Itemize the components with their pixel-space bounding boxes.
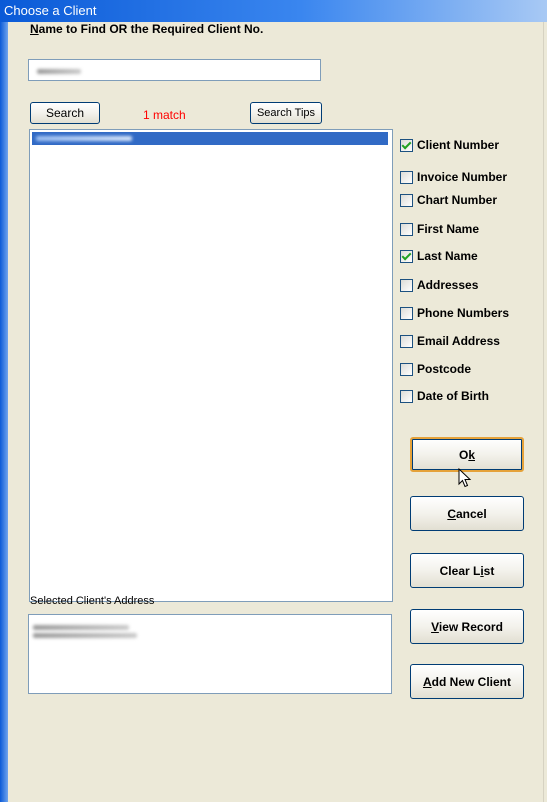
add-new-client-button[interactable]: Add New Client [410,664,524,699]
option-label: Date of Birth [417,389,489,403]
ok-button[interactable]: Ok [410,437,524,472]
dialog-window: Name to Find OR the Required Client No. … [0,22,547,802]
option-client-number[interactable]: Client Number [400,137,499,153]
view-record-button[interactable]: View Record [410,609,524,644]
option-addresses[interactable]: Addresses [400,277,478,293]
cancel-button[interactable]: Cancel [410,496,524,531]
window-right-frame [543,22,547,802]
checkbox-addresses[interactable] [400,278,413,292]
option-label: Chart Number [417,193,498,207]
checkbox-phone-numbers[interactable] [400,306,413,320]
checkbox-postcode[interactable] [400,362,413,376]
checkbox-client-number[interactable] [400,138,413,152]
option-date-of-birth[interactable]: Date of Birth [400,388,489,404]
title-bar[interactable]: Choose a Client [0,0,547,22]
option-label: First Name [417,222,480,236]
search-button[interactable]: Search [30,102,100,124]
option-invoice-number[interactable]: Invoice Number [400,169,507,185]
option-postcode[interactable]: Postcode [400,361,471,377]
search-input[interactable] [28,59,321,81]
checkbox-invoice-number[interactable] [400,170,413,184]
checkbox-email-address[interactable] [400,334,413,348]
checkbox-chart-number[interactable] [400,193,413,207]
option-label: Phone Numbers [417,306,510,320]
address-line-redacted [33,625,129,630]
clear-list-button[interactable]: Clear List [410,553,524,588]
window-left-frame [0,22,8,802]
address-label: Selected Client's Address [30,595,155,607]
option-first-name[interactable]: First Name [400,221,479,237]
window-title: Choose a Client [4,3,97,18]
search-tips-button[interactable]: Search Tips [250,102,322,124]
option-label: Invoice Number [417,170,508,184]
option-label: Email Address [417,334,500,348]
match-count: 1 match [143,108,186,122]
option-phone-numbers[interactable]: Phone Numbers [400,305,509,321]
address-line-redacted [33,633,137,638]
results-list[interactable] [29,129,393,602]
checkbox-last-name[interactable] [400,249,413,263]
checkbox-first-name[interactable] [400,222,413,236]
option-email-address[interactable]: Email Address [400,333,500,349]
search-input-value-redacted [37,69,81,74]
option-label: Last Name [417,249,478,263]
checkbox-date-of-birth[interactable] [400,389,413,403]
address-box[interactable] [28,614,392,694]
list-item-value-redacted [36,136,132,141]
option-chart-number[interactable]: Chart Number [400,192,497,208]
arrow-cursor-icon [458,468,472,488]
option-label: Postcode [417,362,472,376]
option-label: Client Number [417,138,500,152]
list-item-selected[interactable] [32,132,388,145]
option-last-name[interactable]: Last Name [400,248,478,264]
name-to-find-label: Name to Find OR the Required Client No. [30,22,264,36]
option-label: Addresses [417,278,479,292]
